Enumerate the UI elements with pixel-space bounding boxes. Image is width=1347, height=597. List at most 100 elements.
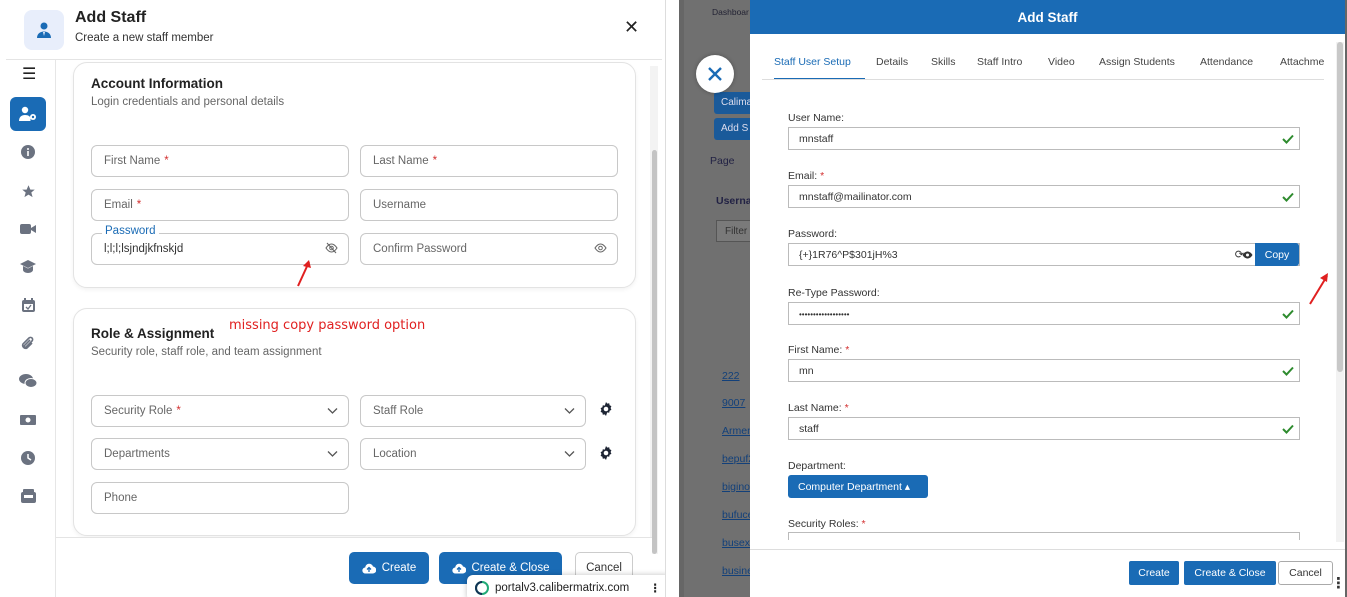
retype-password-label: Re-Type Password: bbox=[788, 287, 880, 299]
security-roles-label: Security Roles: * bbox=[788, 518, 866, 530]
create-button[interactable]: Create bbox=[349, 552, 429, 584]
close-icon[interactable]: ✕ bbox=[624, 17, 639, 38]
password-input[interactable]: {+}1R76^P$301jH%3 ⟳ Copy bbox=[788, 243, 1300, 266]
cancel-button[interactable]: Cancel bbox=[1278, 561, 1333, 585]
money-icon[interactable] bbox=[10, 403, 46, 437]
chevron-down-icon bbox=[564, 448, 575, 462]
username-field[interactable]: Username bbox=[360, 189, 618, 221]
annotation-arrow bbox=[1309, 273, 1328, 305]
user-name-label: User Name: bbox=[788, 112, 845, 124]
chevron-down-icon bbox=[327, 448, 338, 462]
tab-video[interactable]: Video bbox=[1048, 56, 1075, 68]
check-icon bbox=[1282, 366, 1294, 376]
right-panel: Dashboar Calima Add S Page Userna Filter… bbox=[679, 0, 1347, 597]
password-value: l;l;l;lsjndjkfnskjd bbox=[104, 243, 184, 255]
email-field[interactable]: Email * bbox=[91, 189, 349, 221]
close-icon[interactable] bbox=[696, 55, 734, 93]
check-icon bbox=[1282, 309, 1294, 319]
tab-bar: Staff User Setup Details Skills Staff In… bbox=[762, 42, 1324, 80]
first-name-input[interactable]: mn bbox=[788, 359, 1300, 382]
modal-footer: Create Create & Close Cancel bbox=[750, 549, 1345, 597]
departments-select[interactable]: Departments bbox=[91, 438, 349, 470]
tab-staff-user-setup[interactable]: Staff User Setup bbox=[774, 56, 851, 68]
url-text: portalv3.calibermatrix.com bbox=[495, 582, 630, 594]
section-title: Role & Assignment bbox=[91, 326, 215, 341]
email-input[interactable]: mnstaff@mailinator.com bbox=[788, 185, 1300, 208]
check-icon bbox=[1282, 424, 1294, 434]
modal-title: Add Staff bbox=[750, 0, 1345, 34]
email-label: Email: * bbox=[788, 170, 825, 182]
annotation-text: missing copy password option bbox=[229, 318, 426, 333]
tab-attachments[interactable]: Attachme bbox=[1280, 56, 1324, 68]
role-assignment-card: Role & Assignment Security role, staff r… bbox=[73, 308, 636, 536]
tab-details[interactable]: Details bbox=[876, 56, 908, 68]
info-icon[interactable] bbox=[10, 135, 46, 169]
check-icon bbox=[1282, 134, 1294, 144]
copy-button[interactable]: Copy bbox=[1255, 243, 1299, 266]
bg-button: Add S bbox=[714, 118, 754, 140]
tab-assign-students[interactable]: Assign Students bbox=[1099, 56, 1175, 68]
chat-icon[interactable] bbox=[10, 364, 46, 398]
tab-staff-intro[interactable]: Staff Intro bbox=[977, 56, 1022, 68]
paperclip-icon[interactable] bbox=[10, 326, 46, 360]
check-icon bbox=[1282, 192, 1294, 202]
phone-field[interactable]: Phone bbox=[91, 482, 349, 514]
scrollbar[interactable] bbox=[1336, 42, 1344, 542]
chevron-down-icon bbox=[564, 405, 575, 419]
star-icon[interactable] bbox=[10, 174, 46, 208]
last-name-input[interactable]: staff bbox=[788, 417, 1300, 440]
staff-role-select[interactable]: Staff Role bbox=[360, 395, 586, 427]
department-dropdown[interactable]: Computer Department ▴ bbox=[788, 475, 928, 498]
inbox-icon[interactable] bbox=[10, 479, 46, 513]
more-vert-icon[interactable]: ⋮ bbox=[1331, 574, 1346, 592]
calendar-icon[interactable] bbox=[10, 288, 46, 322]
eye-slash-icon[interactable] bbox=[325, 242, 338, 257]
dialog-header: Add Staff Create a new staff member ✕ bbox=[6, 0, 662, 60]
graduation-cap-icon[interactable] bbox=[10, 250, 46, 284]
dialog-subtitle: Create a new staff member bbox=[75, 32, 214, 44]
user-icon bbox=[24, 10, 64, 50]
password-label: Password: bbox=[788, 228, 838, 240]
create-close-button[interactable]: Create & Close bbox=[1184, 561, 1276, 585]
account-information-card: Account Information Login credentials an… bbox=[73, 62, 636, 288]
location-select[interactable]: Location bbox=[360, 438, 586, 470]
scrollbar[interactable] bbox=[650, 66, 658, 554]
cloud-upload-icon bbox=[362, 563, 376, 574]
first-name-label: First Name: * bbox=[788, 344, 850, 356]
annotation-arrow bbox=[297, 260, 311, 287]
tab-attendance[interactable]: Attendance bbox=[1200, 56, 1253, 68]
hamburger-icon[interactable]: ☰ bbox=[22, 64, 36, 84]
last-name-label: Last Name: * bbox=[788, 402, 849, 414]
last-name-field[interactable]: Last Name * bbox=[360, 145, 618, 177]
retype-password-input[interactable]: •••••••••••••••••• bbox=[788, 302, 1300, 325]
gear-icon[interactable] bbox=[598, 401, 614, 417]
security-role-select[interactable]: Security Role * bbox=[91, 395, 349, 427]
tab-skills[interactable]: Skills bbox=[931, 56, 956, 68]
first-name-field[interactable]: First Name * bbox=[91, 145, 349, 177]
dialog-title: Add Staff bbox=[75, 9, 147, 26]
gear-icon[interactable] bbox=[598, 445, 614, 461]
url-tooltip: portalv3.calibermatrix.com ⋮ bbox=[467, 575, 665, 597]
video-icon[interactable] bbox=[10, 212, 46, 246]
confirm-password-field[interactable]: Confirm Password bbox=[360, 233, 618, 265]
user-gear-icon[interactable] bbox=[10, 97, 46, 131]
cloud-upload-icon bbox=[451, 563, 466, 574]
more-vert-icon[interactable]: ⋮ bbox=[650, 581, 662, 595]
sidebar-rail: ☰ bbox=[0, 60, 56, 597]
section-subtitle: Login credentials and personal details bbox=[91, 96, 285, 108]
eye-icon[interactable] bbox=[1242, 251, 1253, 259]
password-label: Password bbox=[102, 225, 159, 237]
add-staff-modal: Add Staff Staff User Setup Details Skill… bbox=[750, 0, 1345, 597]
bg-button: Calima bbox=[714, 92, 754, 114]
security-roles-input[interactable] bbox=[788, 532, 1300, 540]
section-subtitle: Security role, staff role, and team assi… bbox=[91, 346, 322, 358]
create-button[interactable]: Create bbox=[1129, 561, 1179, 585]
modal-body: User Name: mnstaff Email: * mnstaff@mail… bbox=[750, 80, 1336, 540]
clock-icon[interactable] bbox=[10, 441, 46, 475]
department-label: Department: bbox=[788, 460, 846, 472]
chevron-down-icon bbox=[327, 405, 338, 419]
user-name-input[interactable]: mnstaff bbox=[788, 127, 1300, 150]
left-panel: Add Staff Create a new staff member ✕ ☰ bbox=[0, 0, 666, 597]
eye-icon[interactable] bbox=[594, 242, 607, 257]
section-title: Account Information bbox=[91, 76, 223, 91]
